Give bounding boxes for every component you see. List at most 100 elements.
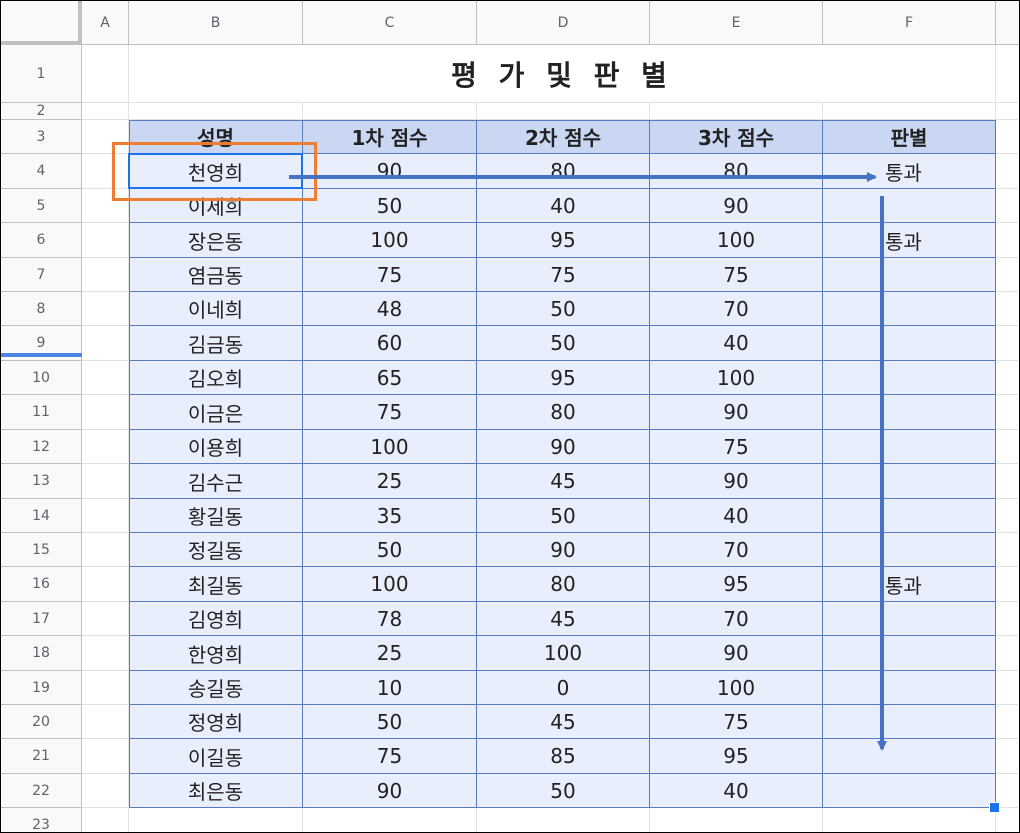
score-cell[interactable]: 35 xyxy=(303,499,477,533)
row-header-18[interactable]: 18 xyxy=(1,636,82,671)
column-header-f[interactable]: F xyxy=(823,1,996,45)
name-cell[interactable]: 이길동 xyxy=(129,739,303,774)
cell[interactable] xyxy=(996,103,1019,120)
cell[interactable] xyxy=(823,103,996,120)
sheet-title[interactable]: 평 가 및 판 별 xyxy=(129,45,996,103)
score-cell[interactable]: 45 xyxy=(477,464,650,499)
name-cell[interactable]: 최은동 xyxy=(129,774,303,808)
name-cell[interactable]: 장은동 xyxy=(129,223,303,258)
cell[interactable] xyxy=(82,223,129,258)
score-cell[interactable]: 75 xyxy=(650,258,823,292)
score-cell[interactable]: 95 xyxy=(650,567,823,602)
score-cell[interactable]: 75 xyxy=(303,395,477,430)
score-cell[interactable]: 48 xyxy=(303,292,477,326)
score-cell[interactable]: 75 xyxy=(650,430,823,464)
name-cell[interactable]: 한영희 xyxy=(129,636,303,671)
score-cell[interactable]: 0 xyxy=(477,671,650,705)
score-cell[interactable]: 100 xyxy=(650,223,823,258)
verdict-cell[interactable] xyxy=(823,189,996,223)
verdict-cell[interactable] xyxy=(823,636,996,671)
score-cell[interactable]: 70 xyxy=(650,292,823,326)
row-header-17[interactable]: 17 xyxy=(1,602,82,636)
verdict-cell[interactable]: 통과 xyxy=(823,567,996,602)
cell[interactable] xyxy=(996,120,1019,154)
cell[interactable] xyxy=(82,739,129,774)
cell[interactable] xyxy=(996,395,1019,430)
score-cell[interactable]: 80 xyxy=(477,395,650,430)
verdict-cell[interactable] xyxy=(823,258,996,292)
score-cell[interactable]: 45 xyxy=(477,602,650,636)
cell[interactable] xyxy=(996,602,1019,636)
cell[interactable] xyxy=(129,103,303,120)
score-cell[interactable]: 60 xyxy=(303,326,477,361)
verdict-cell[interactable] xyxy=(823,361,996,395)
score-cell[interactable]: 50 xyxy=(477,774,650,808)
cell[interactable] xyxy=(996,223,1019,258)
cell[interactable] xyxy=(477,103,650,120)
score-cell[interactable]: 50 xyxy=(477,326,650,361)
cell[interactable] xyxy=(996,430,1019,464)
cell[interactable] xyxy=(996,499,1019,533)
name-cell[interactable]: 황길동 xyxy=(129,499,303,533)
select-all-corner[interactable] xyxy=(1,1,82,45)
verdict-cell[interactable] xyxy=(823,774,996,808)
name-cell[interactable]: 김금동 xyxy=(129,326,303,361)
score-cell[interactable]: 40 xyxy=(650,326,823,361)
cell[interactable] xyxy=(82,258,129,292)
name-cell[interactable]: 정영희 xyxy=(129,705,303,739)
name-cell[interactable]: 김영희 xyxy=(129,602,303,636)
row-header-19[interactable]: 19 xyxy=(1,671,82,705)
cell[interactable] xyxy=(996,705,1019,739)
cell[interactable] xyxy=(996,361,1019,395)
cell[interactable] xyxy=(82,499,129,533)
cell[interactable] xyxy=(996,671,1019,705)
name-cell[interactable]: 최길동 xyxy=(129,567,303,602)
table-header-cell[interactable]: 3차 점수 xyxy=(650,120,823,154)
cell[interactable] xyxy=(82,464,129,499)
verdict-cell[interactable] xyxy=(823,602,996,636)
column-header-g[interactable] xyxy=(996,1,1019,45)
cell[interactable] xyxy=(823,808,996,832)
score-cell[interactable]: 100 xyxy=(303,223,477,258)
cell[interactable] xyxy=(303,103,477,120)
row-header-8[interactable]: 8 xyxy=(1,292,82,326)
cell[interactable] xyxy=(996,533,1019,567)
fill-handle[interactable] xyxy=(989,802,1000,813)
score-cell[interactable]: 50 xyxy=(303,533,477,567)
score-cell[interactable]: 90 xyxy=(650,636,823,671)
verdict-cell[interactable] xyxy=(823,430,996,464)
score-cell[interactable]: 80 xyxy=(477,567,650,602)
score-cell[interactable]: 70 xyxy=(650,602,823,636)
name-cell[interactable]: 이금은 xyxy=(129,395,303,430)
score-cell[interactable]: 40 xyxy=(650,774,823,808)
score-cell[interactable]: 45 xyxy=(477,705,650,739)
score-cell[interactable]: 90 xyxy=(650,464,823,499)
column-header-e[interactable]: E xyxy=(650,1,823,45)
score-cell[interactable]: 50 xyxy=(477,292,650,326)
score-cell[interactable]: 90 xyxy=(303,774,477,808)
column-header-a[interactable]: A xyxy=(82,1,129,45)
cell[interactable] xyxy=(996,636,1019,671)
score-cell[interactable]: 10 xyxy=(303,671,477,705)
table-header-cell[interactable]: 2차 점수 xyxy=(477,120,650,154)
row-header-3[interactable]: 3 xyxy=(1,120,82,154)
cell[interactable] xyxy=(996,326,1019,361)
cell[interactable] xyxy=(82,533,129,567)
row-header-20[interactable]: 20 xyxy=(1,705,82,739)
score-cell[interactable]: 40 xyxy=(650,499,823,533)
name-cell[interactable]: 김오희 xyxy=(129,361,303,395)
row-header-1[interactable]: 1 xyxy=(1,45,82,103)
cell[interactable] xyxy=(82,326,129,361)
verdict-cell[interactable] xyxy=(823,395,996,430)
cell[interactable] xyxy=(996,189,1019,223)
name-cell[interactable]: 김수근 xyxy=(129,464,303,499)
cell[interactable] xyxy=(650,103,823,120)
cell[interactable] xyxy=(82,671,129,705)
score-cell[interactable]: 75 xyxy=(303,739,477,774)
column-header-d[interactable]: D xyxy=(477,1,650,45)
score-cell[interactable]: 75 xyxy=(303,258,477,292)
score-cell[interactable]: 100 xyxy=(650,361,823,395)
verdict-cell[interactable] xyxy=(823,464,996,499)
verdict-cell[interactable] xyxy=(823,533,996,567)
cell[interactable] xyxy=(82,430,129,464)
